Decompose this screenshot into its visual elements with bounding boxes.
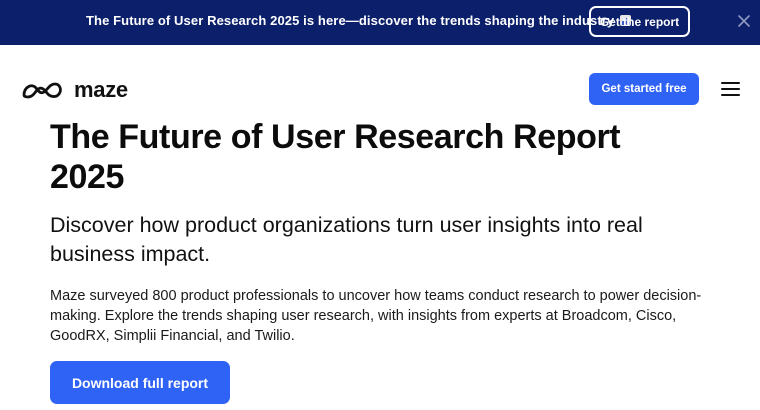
get-started-free-button[interactable]: Get started free xyxy=(589,73,699,105)
maze-logo-icon xyxy=(22,82,62,99)
get-the-report-button[interactable]: Get the report xyxy=(589,6,690,37)
announcement-text: The Future of User Research 2025 is here… xyxy=(86,13,631,28)
main-navigation: maze Get started free xyxy=(0,45,760,115)
hero-subtitle: Discover how product organizations turn … xyxy=(50,213,643,266)
hamburger-menu-icon[interactable] xyxy=(721,82,740,96)
hero-description: Maze surveyed 800 product professionals … xyxy=(50,288,702,344)
maze-logo[interactable]: maze xyxy=(20,78,128,102)
hero-section: The Future of User Research Report 2025 … xyxy=(50,117,730,346)
page-title: The Future of User Research Report 2025 xyxy=(50,118,621,196)
announcement-bar: The Future of User Research 2025 is here… xyxy=(0,0,760,45)
logo-wordmark: maze xyxy=(74,77,128,102)
download-full-report-button[interactable]: Download full report xyxy=(50,361,230,404)
announcement-message: The Future of User Research 2025 is here… xyxy=(86,13,615,28)
close-icon[interactable] xyxy=(737,14,751,28)
